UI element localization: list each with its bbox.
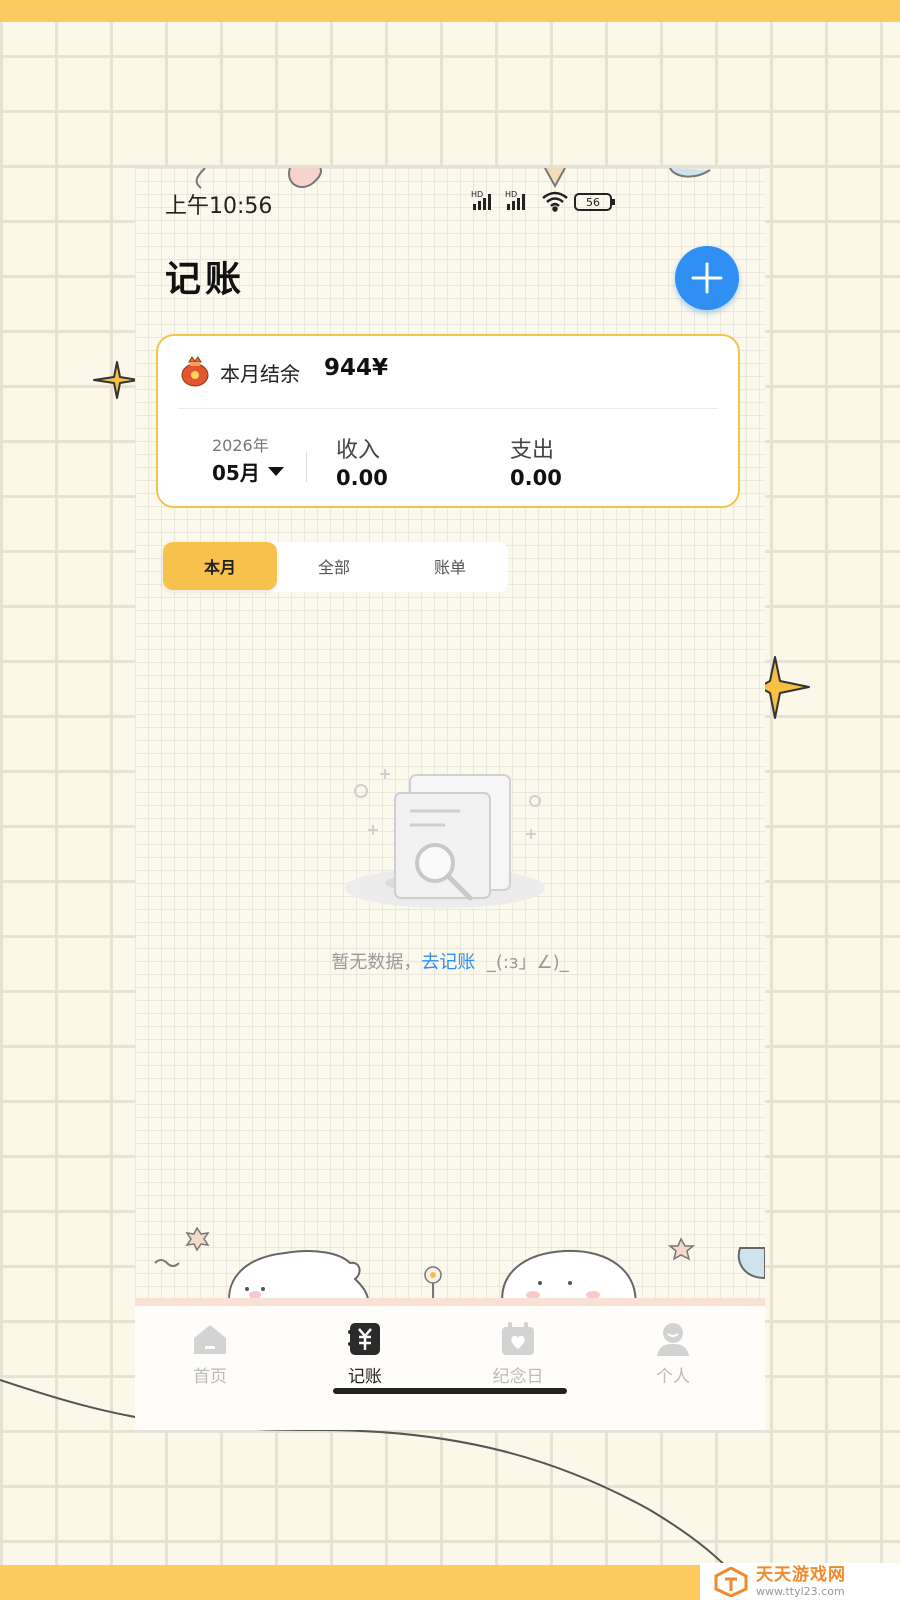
calendar-heart-icon bbox=[502, 1322, 534, 1355]
income-label: 收入 bbox=[336, 438, 381, 463]
nav-ledger[interactable]: 记账 bbox=[310, 1316, 420, 1387]
tab-bills[interactable]: 账单 bbox=[393, 542, 507, 590]
nav-label: 记账 bbox=[348, 1367, 382, 1387]
watermark-logo-icon bbox=[714, 1566, 748, 1597]
battery-level: 56 bbox=[586, 196, 600, 209]
nav-label: 个人 bbox=[656, 1367, 690, 1387]
divider bbox=[178, 408, 718, 409]
income-value: 0.00 bbox=[336, 466, 388, 490]
sparkle-icon bbox=[758, 656, 810, 719]
month-value: 05月 bbox=[212, 461, 260, 485]
page-title: 记账 bbox=[165, 259, 246, 300]
home-indicator[interactable] bbox=[333, 1388, 567, 1394]
wifi-icon bbox=[542, 191, 568, 212]
monthly-summary-card: 本月结余 944¥ 2026年 05月 收入 0.00 支出 0.00 bbox=[156, 334, 740, 508]
plus-icon bbox=[691, 262, 723, 294]
nav-home[interactable]: 首页 bbox=[155, 1316, 265, 1387]
divider bbox=[306, 452, 307, 482]
person-icon bbox=[657, 1323, 689, 1356]
signal-icon: HD bbox=[471, 190, 491, 210]
empty-state-text: 暂无数据， bbox=[331, 952, 422, 973]
moneybag-icon bbox=[181, 356, 209, 387]
watermark-name: 天天游戏网 bbox=[756, 1564, 846, 1585]
status-time: 上午10:56 bbox=[165, 194, 273, 219]
status-icons: HD HD 56 bbox=[471, 190, 615, 212]
empty-state-message: 暂无数据，去记账 _(:з」∠)_ bbox=[135, 948, 765, 974]
nav-profile[interactable]: 个人 bbox=[618, 1316, 728, 1387]
sparkle-icon bbox=[93, 361, 139, 399]
ledger-icon bbox=[348, 1323, 380, 1355]
nav-anniversary[interactable]: 纪念日 bbox=[463, 1316, 573, 1387]
balance-label: 本月结余 bbox=[220, 362, 300, 386]
month-selector[interactable]: 05月 bbox=[212, 457, 284, 486]
battery-icon: 56 bbox=[574, 193, 615, 211]
nav-label: 纪念日 bbox=[492, 1367, 544, 1387]
phone-screen: 上午10:56 HD HD 56 记账 本月结余 944¥ 2026年 05月 … bbox=[135, 168, 765, 1430]
emoticon: _(:з」∠)_ bbox=[486, 952, 569, 973]
top-stripe bbox=[0, 0, 900, 22]
go-record-link[interactable]: 去记账 bbox=[421, 952, 475, 973]
status-bar: 上午10:56 HD HD 56 bbox=[135, 188, 765, 228]
tab-this-month[interactable]: 本月 bbox=[163, 542, 277, 590]
watermark: 天天游戏网 www.ttyl23.com bbox=[700, 1563, 900, 1600]
network-label: HD bbox=[471, 190, 483, 199]
period-tabs: 本月 全部 账单 bbox=[163, 542, 508, 592]
empty-search-illustration bbox=[345, 769, 545, 908]
balance-value: 944¥ bbox=[324, 355, 389, 381]
nav-label: 首页 bbox=[193, 1367, 227, 1387]
home-icon bbox=[194, 1325, 226, 1354]
signal-icon: HD bbox=[505, 190, 525, 210]
add-button[interactable] bbox=[675, 246, 739, 310]
bottom-tab-bar: 首页 记账 纪念日 个人 bbox=[135, 1298, 765, 1430]
chevron-down-icon bbox=[267, 467, 284, 476]
watermark-url: www.ttyl23.com bbox=[756, 1584, 845, 1598]
expense-label: 支出 bbox=[510, 438, 555, 463]
network-label: HD bbox=[505, 190, 517, 199]
year-label: 2026年 bbox=[212, 436, 269, 455]
tab-all[interactable]: 全部 bbox=[277, 542, 391, 590]
decorative-animals bbox=[135, 1226, 765, 1313]
expense-value: 0.00 bbox=[510, 466, 562, 490]
